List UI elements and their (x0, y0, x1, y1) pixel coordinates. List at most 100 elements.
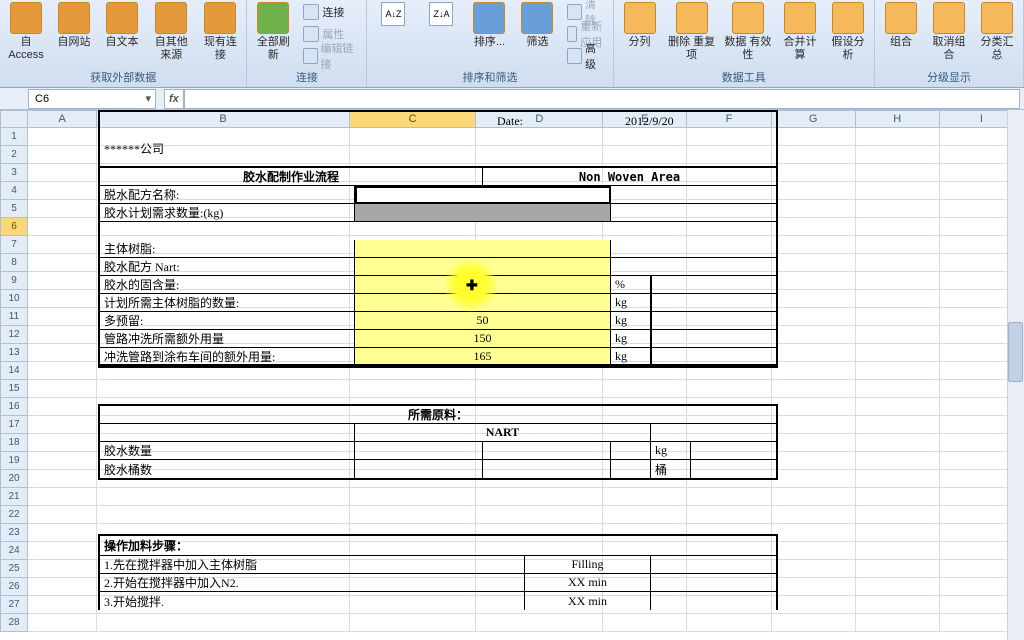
row-header-9[interactable]: 9 (0, 272, 28, 290)
ribbon: 自 Access自网站自文本自其他来源现有连接获取外部数据全部刷新连接属性编辑链… (0, 0, 1024, 88)
sort-za-button[interactable]: Z↓A (421, 2, 461, 26)
step-2-val: XX min (525, 574, 651, 591)
worksheet-grid: 1234567891011121314151617181920212223242… (0, 110, 1024, 640)
text-to-col-button[interactable]: 分列 (620, 2, 660, 49)
form-title-left: 胶水配制作业流程 (100, 168, 483, 185)
row-header-5[interactable]: 5 (0, 200, 28, 218)
row-header-25[interactable]: 25 (0, 560, 28, 578)
row-header-19[interactable]: 19 (0, 452, 28, 470)
row-headers: 1234567891011121314151617181920212223242… (0, 110, 28, 640)
scroll-thumb[interactable] (1008, 322, 1023, 382)
step-1: 1.先在搅拌器中加入主体树脂 (100, 556, 525, 573)
label-r11: 胶水的固含量: (100, 276, 355, 293)
step-2: 2.开始在搅拌器中加入N2. (100, 574, 525, 591)
row-header-6[interactable]: 6 (0, 218, 28, 236)
col-header-G[interactable]: G (772, 110, 856, 128)
from-web-button[interactable]: 自网站 (54, 2, 94, 49)
label-r15: 冲洗管路到涂布车间的额外用量: (100, 348, 355, 364)
edit-links-button: 编辑链接 (301, 46, 360, 66)
sort-button[interactable]: 排序... (469, 2, 509, 49)
name-box[interactable]: C6 (28, 89, 156, 109)
row-header-24[interactable]: 24 (0, 542, 28, 560)
selected-cell[interactable] (355, 186, 611, 204)
row-header-15[interactable]: 15 (0, 380, 28, 398)
label-r7: 胶水计划需求数量:(kg) (100, 204, 355, 221)
vertical-scrollbar[interactable] (1007, 110, 1024, 640)
group-label: 排序和筛选 (373, 67, 606, 87)
unit-r20: kg (651, 442, 691, 459)
row-header-4[interactable]: 4 (0, 182, 28, 200)
label-r20: 胶水数量 (100, 442, 355, 459)
value-r15[interactable]: 165 (355, 348, 611, 364)
row-header-21[interactable]: 21 (0, 488, 28, 506)
step-1-val: Filling (525, 556, 651, 573)
row-header-10[interactable]: 10 (0, 290, 28, 308)
row-header-12[interactable]: 12 (0, 326, 28, 344)
input-r11[interactable] (355, 276, 611, 293)
input-r7[interactable] (355, 204, 611, 221)
input-r12[interactable] (355, 294, 611, 311)
unit-r14: kg (611, 330, 651, 347)
from-other-button[interactable]: 自其他来源 (150, 2, 192, 62)
col-header-A[interactable]: A (28, 110, 97, 128)
filter-button[interactable]: 筛选 (517, 2, 557, 49)
label-r6: 脱水配方名称: (100, 186, 355, 203)
row-header-17[interactable]: 17 (0, 416, 28, 434)
formula-input[interactable] (184, 89, 1020, 109)
group-label: 数据工具 (620, 67, 868, 87)
subtotal-button[interactable]: 分类汇总 (977, 2, 1017, 62)
advanced-button[interactable]: 高级 (565, 46, 606, 66)
row-header-14[interactable]: 14 (0, 362, 28, 380)
row-header-11[interactable]: 11 (0, 308, 28, 326)
input-r10[interactable] (355, 258, 611, 275)
section-materials: 所需原料： (100, 406, 776, 423)
unit-r15: kg (611, 348, 651, 364)
company: ******公司 (100, 130, 776, 166)
value-r14[interactable]: 150 (355, 330, 611, 347)
group-button[interactable]: 组合 (881, 2, 921, 49)
label-r21: 胶水桶数 (100, 460, 355, 478)
ungroup-button[interactable]: 取消组合 (929, 2, 969, 62)
form-overlay: Date: 2012/9/20 ******公司 胶水配制作业流程 Non Wo… (98, 110, 778, 610)
row-header-3[interactable]: 3 (0, 164, 28, 182)
data-valid-button[interactable]: 数据 有效性 (724, 2, 772, 62)
row-header-20[interactable]: 20 (0, 470, 28, 488)
label-r14: 管路冲洗所需额外用量 (100, 330, 355, 347)
row-header-22[interactable]: 22 (0, 506, 28, 524)
group-label: 连接 (253, 67, 360, 87)
row-header-23[interactable]: 23 (0, 524, 28, 542)
input-r9[interactable] (355, 240, 611, 257)
row-header-2[interactable]: 2 (0, 146, 28, 164)
label-r12: 计划所需主体树脂的数量: (100, 294, 355, 311)
row-header-13[interactable]: 13 (0, 344, 28, 362)
sheet-area[interactable]: ABCDEFGHI Date: 2012/9/20 ******公司 胶水配制作… (28, 110, 1024, 640)
sort-az-button[interactable]: A↓Z (373, 2, 413, 26)
from-text-button[interactable]: 自文本 (102, 2, 142, 49)
date-value: 2012/9/20 (621, 112, 776, 130)
existing-conn-button[interactable]: 现有连接 (200, 2, 240, 62)
group-label: 获取外部数据 (6, 67, 240, 87)
connections-button[interactable]: 连接 (301, 2, 360, 22)
form-title-right: Non Woven Area (483, 168, 776, 185)
row-header-28[interactable]: 28 (0, 614, 28, 632)
row-header-18[interactable]: 18 (0, 434, 28, 452)
row-header-7[interactable]: 7 (0, 236, 28, 254)
unit-r21: 桶 (651, 460, 691, 478)
group-label: 分级显示 (881, 67, 1017, 87)
row-header-16[interactable]: 16 (0, 398, 28, 416)
remove-dup-button[interactable]: 删除 重复项 (668, 2, 716, 62)
row-header-26[interactable]: 26 (0, 578, 28, 596)
label-r13: 多预留: (100, 312, 355, 329)
fx-icon[interactable]: fx (164, 89, 184, 109)
row-header-27[interactable]: 27 (0, 596, 28, 614)
whatif-button[interactable]: 假设分析 (828, 2, 868, 62)
row-header-8[interactable]: 8 (0, 254, 28, 272)
select-all-corner[interactable] (0, 110, 28, 128)
value-r13[interactable]: 50 (355, 312, 611, 329)
col-header-H[interactable]: H (856, 110, 940, 128)
refresh-all-button[interactable]: 全部刷新 (253, 2, 293, 62)
from-access-button[interactable]: 自 Access (6, 2, 46, 62)
row-header-1[interactable]: 1 (0, 128, 28, 146)
consolidate-button[interactable]: 合并计算 (780, 2, 820, 62)
label-r9: 主体树脂: (100, 240, 355, 257)
